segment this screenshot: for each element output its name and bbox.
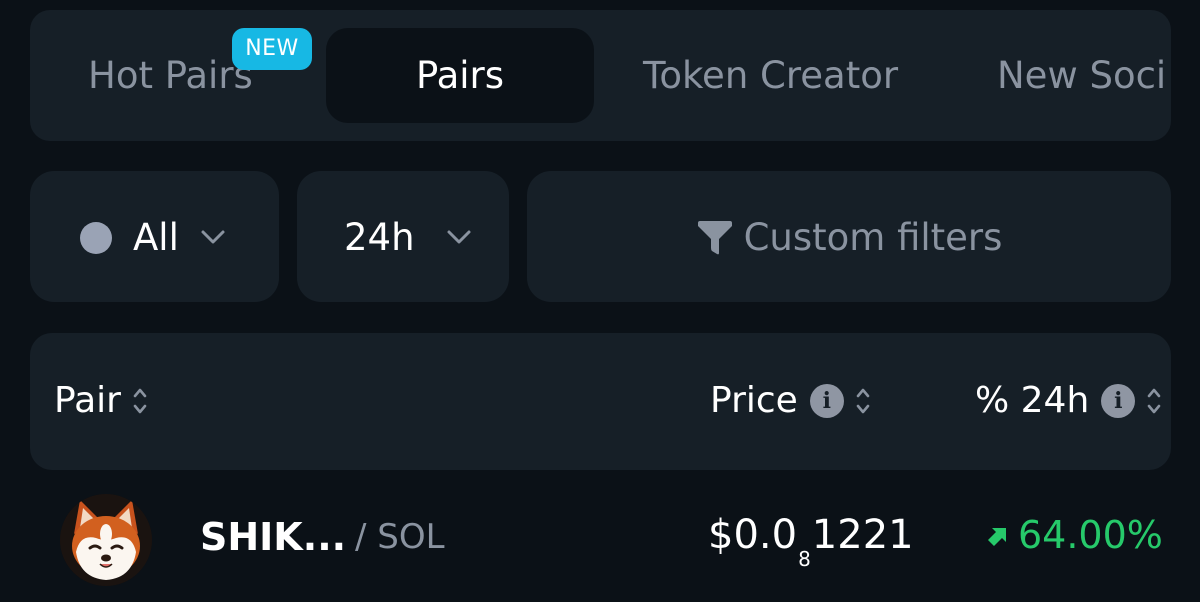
price-column-header[interactable]: Price i bbox=[710, 377, 872, 425]
funnel-icon bbox=[697, 221, 732, 255]
tabs-bar: Hot Pairs Pairs Token Creator New Soci bbox=[30, 10, 1171, 141]
price-prefix: $0.0 bbox=[708, 512, 798, 558]
chain-filter-dropdown[interactable]: All bbox=[30, 171, 279, 302]
status-dot-icon bbox=[80, 222, 112, 254]
custom-filters-content: Custom filters bbox=[527, 214, 1171, 262]
tab-hot-pairs[interactable]: Hot Pairs bbox=[88, 28, 253, 123]
sort-updown-icon[interactable] bbox=[854, 385, 872, 417]
sort-updown-icon[interactable] bbox=[131, 385, 149, 417]
tab-pairs[interactable]: Pairs bbox=[326, 28, 594, 123]
new-badge: NEW bbox=[232, 28, 312, 70]
price-zero-count: 8 bbox=[798, 547, 811, 571]
timeframe-label: 24h bbox=[344, 216, 415, 259]
tab-token-creator[interactable]: Token Creator bbox=[643, 28, 898, 123]
table-header: Pair Price i % 24h i bbox=[30, 333, 1171, 470]
token-quote: / SOL bbox=[355, 517, 445, 557]
chevron-down-icon bbox=[201, 230, 225, 244]
token-price: $0.081221 bbox=[708, 510, 914, 571]
chevron-down-icon bbox=[447, 230, 471, 244]
custom-filters-button[interactable]: Custom filters bbox=[527, 171, 1171, 302]
sort-updown-icon[interactable] bbox=[1145, 385, 1163, 417]
table-row[interactable]: SHIK... / SOL $0.081221 64.00% bbox=[30, 480, 1171, 602]
price-header-label: Price bbox=[710, 380, 798, 421]
price-digits: 1221 bbox=[811, 512, 914, 558]
info-icon[interactable]: i bbox=[1101, 384, 1136, 418]
change-header-label: % 24h bbox=[975, 380, 1090, 421]
arrow-up-right-icon bbox=[988, 528, 1006, 546]
price-change-24h: 64.00% bbox=[988, 510, 1163, 560]
info-icon[interactable]: i bbox=[809, 384, 844, 418]
page: Hot Pairs Pairs Token Creator New Soci N… bbox=[0, 0, 1200, 602]
chain-filter-label: All bbox=[133, 216, 179, 259]
custom-filters-label: Custom filters bbox=[743, 216, 1003, 259]
pair-header-label: Pair bbox=[54, 380, 121, 421]
change-value: 64.00% bbox=[1018, 513, 1163, 557]
timeframe-dropdown[interactable]: 24h bbox=[297, 171, 509, 302]
shiba-inu-avatar-icon bbox=[60, 494, 152, 586]
pair-column-header[interactable]: Pair bbox=[54, 377, 149, 425]
token-name: SHIK... bbox=[200, 515, 347, 559]
change-24h-column-header[interactable]: % 24h i bbox=[975, 377, 1163, 425]
tab-new-social[interactable]: New Soci bbox=[997, 28, 1166, 123]
